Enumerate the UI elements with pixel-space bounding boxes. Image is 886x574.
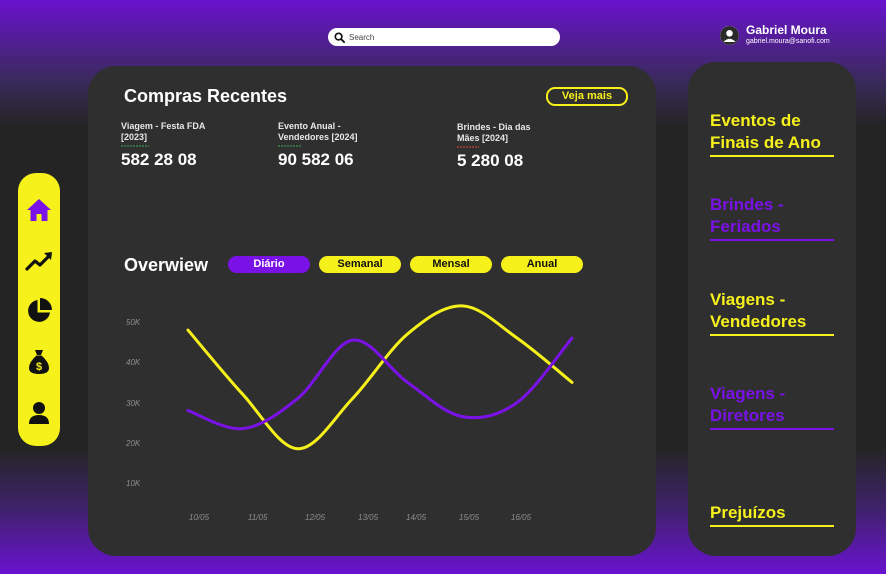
x-tick-label: 12/05 — [305, 513, 326, 522]
nav-profile-button[interactable] — [25, 399, 53, 427]
category-link-line1: Eventos de — [710, 111, 801, 130]
x-tick-label: 11/05 — [248, 513, 268, 522]
category-link-line2: Feriados — [710, 217, 781, 236]
category-link-sales-trips[interactable]: Viagens - Vendedores — [710, 289, 834, 336]
user-name: Gabriel Moura — [746, 23, 827, 37]
x-tick-label: 13/05 — [358, 513, 379, 522]
main-panel: Compras Recentes Veja mais Viagem - Fest… — [88, 66, 656, 556]
purchase-amount: 90 582 06 — [278, 150, 354, 169]
y-tick-label: 50K — [126, 318, 141, 327]
y-tick-label: 40K — [126, 358, 141, 367]
search-icon — [334, 31, 345, 43]
y-tick-label: 10K — [126, 479, 141, 488]
category-link-line2: Diretores — [710, 406, 785, 425]
categories-panel: Eventos de Finais de Ano Brindes - Feria… — [688, 62, 856, 556]
recent-purchases-panel: Compras Recentes Veja mais Viagem - Fest… — [96, 66, 648, 216]
category-link-line1: Viagens - — [710, 290, 786, 309]
x-tick-label: 16/05 — [511, 513, 532, 522]
pie-chart-icon — [28, 298, 52, 322]
money-bag-icon: $ — [29, 350, 49, 374]
purchase-item[interactable]: Evento Anual - Vendedores [2024] 90 582 … — [278, 121, 408, 169]
x-tick-label: 15/05 — [459, 513, 480, 522]
y-tick-label: 20K — [126, 439, 141, 448]
search-bar[interactable] — [328, 28, 560, 46]
sidebar-nav: $ — [18, 173, 60, 446]
period-tab-monthly[interactable]: Mensal — [410, 256, 492, 273]
trending-up-icon — [25, 252, 52, 271]
purchase-item-year: Vendedores [2024] — [278, 132, 358, 142]
user-profile[interactable]: Gabriel Moura gabriel.moura@sanofi.com — [720, 24, 830, 46]
x-tick-label: 10/05 — [189, 513, 210, 522]
purchase-item-title: Viagem - Festa FDA — [121, 121, 206, 131]
purchase-item-year: [2023] — [121, 132, 148, 142]
purchase-item[interactable]: Viagem - Festa FDA [2023] 582 28 08 — [121, 121, 251, 169]
nav-finance-button[interactable]: $ — [25, 348, 53, 376]
recent-purchases-title: Compras Recentes — [124, 86, 288, 106]
user-icon — [720, 25, 739, 45]
x-tick-label: 14/05 — [406, 513, 427, 522]
see-more-button[interactable]: Veja mais — [546, 87, 628, 106]
category-link-line1: Prejuízos — [710, 503, 786, 522]
avatar[interactable] — [720, 25, 739, 45]
y-tick-label: 30K — [126, 399, 141, 408]
home-icon — [27, 199, 51, 221]
period-tab-yearly[interactable]: Anual — [501, 256, 583, 273]
nav-home-button[interactable] — [25, 196, 53, 224]
purchase-amount: 582 28 08 — [121, 150, 197, 169]
search-input[interactable] — [349, 32, 549, 42]
period-tab-weekly[interactable]: Semanal — [319, 256, 401, 273]
overview-title: Overwiew — [124, 255, 209, 275]
category-link-holiday-gifts[interactable]: Brindes - Feriados — [710, 194, 834, 241]
svg-text:$: $ — [36, 361, 42, 373]
category-link-line2: Finais de Ano — [710, 133, 821, 152]
chart-series-line-2 — [186, 336, 574, 431]
category-link-line2: Vendedores — [710, 312, 807, 331]
nav-trends-button[interactable] — [25, 247, 53, 275]
purchase-item[interactable]: Brindes - Dia das Mães [2024] 5 280 08 — [457, 122, 587, 170]
chart-series-line-1 — [186, 304, 574, 451]
purchase-item-title: Brindes - Dia das — [457, 122, 531, 132]
user-icon — [29, 402, 49, 424]
nav-reports-button[interactable] — [25, 297, 53, 325]
user-email: gabriel.moura@sanofi.com — [746, 38, 830, 45]
purchase-item-year: Mães [2024] — [457, 133, 509, 143]
category-link-year-end-events[interactable]: Eventos de Finais de Ano — [710, 110, 834, 157]
category-link-director-trips[interactable]: Viagens - Diretores — [710, 383, 834, 430]
purchase-amount: 5 280 08 — [457, 151, 524, 170]
purchase-item-title: Evento Anual - — [278, 121, 341, 131]
period-tab-daily[interactable]: Diário — [228, 256, 310, 273]
category-link-line1: Brindes - — [710, 195, 784, 214]
category-link-line1: Viagens - — [710, 384, 786, 403]
category-link-losses[interactable]: Prejuízos — [710, 502, 834, 527]
